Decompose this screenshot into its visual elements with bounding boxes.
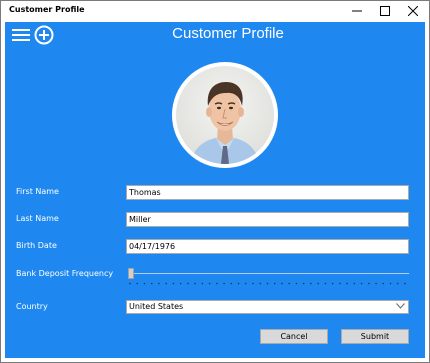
birth-date-label: Birth Date xyxy=(16,241,57,250)
slider-tick xyxy=(158,282,160,285)
slider-tick xyxy=(273,282,276,285)
minimize-icon xyxy=(352,10,362,12)
page-title: Customer Profile xyxy=(172,25,284,42)
slider-tick xyxy=(244,282,247,285)
cancel-button[interactable]: Cancel xyxy=(260,329,328,344)
slider-tick xyxy=(187,282,189,285)
slider-tick xyxy=(259,282,262,285)
slider-tick xyxy=(216,282,218,285)
slider-tick xyxy=(302,282,305,285)
slider-tick xyxy=(136,282,139,285)
country-value: United States xyxy=(129,302,184,311)
slider-tick xyxy=(172,282,175,285)
app-window: Customer Profile Customer Profile First … xyxy=(0,0,430,363)
deposit-frequency-label: Bank Deposit Frequency xyxy=(16,269,114,278)
slider-ticks xyxy=(129,282,406,285)
chevron-down-icon xyxy=(396,303,405,309)
slider-tick xyxy=(252,282,254,285)
slider-tick xyxy=(368,282,370,285)
profile-panel: Customer Profile First Name Thomas Last … xyxy=(5,22,425,358)
minimize-button[interactable] xyxy=(343,1,371,21)
slider-tick xyxy=(230,282,233,285)
avatar xyxy=(172,62,278,168)
slider-track[interactable] xyxy=(128,273,409,274)
close-icon xyxy=(408,6,418,16)
slider-thumb[interactable] xyxy=(128,268,134,279)
slider-tick xyxy=(179,282,182,285)
deposit-frequency-slider[interactable] xyxy=(126,267,409,291)
slider-tick xyxy=(223,282,225,285)
slider-tick xyxy=(389,282,392,285)
slider-tick xyxy=(194,282,196,285)
slider-tick xyxy=(346,282,348,285)
slider-tick xyxy=(360,282,363,285)
profile-photo xyxy=(176,66,274,164)
title-bar[interactable]: Customer Profile xyxy=(1,1,429,21)
slider-tick xyxy=(165,282,167,285)
country-label: Country xyxy=(16,302,48,311)
first-name-field[interactable]: Thomas xyxy=(126,185,409,200)
submit-button[interactable]: Submit xyxy=(341,329,409,344)
slider-tick xyxy=(208,282,211,285)
slider-tick xyxy=(281,282,283,285)
slider-tick xyxy=(324,282,327,285)
maximize-icon xyxy=(380,6,390,16)
slider-tick xyxy=(129,282,131,285)
slider-tick xyxy=(143,282,146,285)
slider-tick xyxy=(331,282,334,285)
slider-tick xyxy=(375,282,377,285)
last-name-label: Last Name xyxy=(16,214,59,223)
slider-tick xyxy=(404,282,406,285)
birth-date-field[interactable]: 04/17/1976 xyxy=(126,239,409,254)
window-title: Customer Profile xyxy=(9,5,85,14)
slider-tick xyxy=(295,282,298,285)
slider-tick xyxy=(396,282,399,285)
close-button[interactable] xyxy=(399,1,427,21)
first-name-label: First Name xyxy=(16,187,59,196)
slider-tick xyxy=(310,282,312,285)
slider-tick xyxy=(382,282,385,285)
slider-tick xyxy=(317,282,319,285)
slider-tick xyxy=(237,282,240,285)
slider-tick xyxy=(266,282,269,285)
slider-tick xyxy=(288,282,291,285)
last-name-field[interactable]: Miller xyxy=(126,212,409,227)
slider-tick xyxy=(201,282,204,285)
slider-tick xyxy=(150,282,153,285)
country-select[interactable]: United States xyxy=(126,300,409,314)
slider-tick xyxy=(353,282,356,285)
maximize-button[interactable] xyxy=(371,1,399,21)
slider-tick xyxy=(339,282,341,285)
